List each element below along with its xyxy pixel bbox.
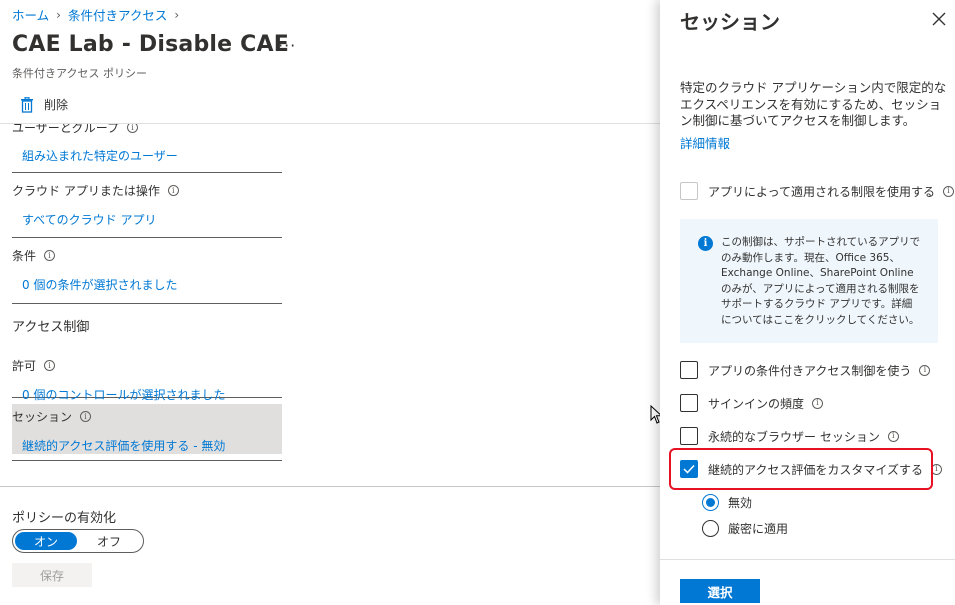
info-message: i この制御は、サポートされているアプリでのみ動作します。現在、Office 3… xyxy=(680,219,938,343)
info-message-text: この制御は、サポートされているアプリでのみ動作します。現在、Office 365… xyxy=(721,236,921,326)
radio-label: 無効 xyxy=(728,496,753,510)
page-title: CAE Lab - Disable CAE xyxy=(12,32,289,57)
info-circle-icon: i xyxy=(698,236,713,251)
panel-description: 特定のクラウド アプリケーション内で限定的なエクスペリエンスを有効にするため、セ… xyxy=(680,80,947,128)
info-icon[interactable]: i xyxy=(127,124,139,133)
app-conditional-access-checkbox[interactable] xyxy=(680,361,698,379)
chevron-right-icon: › xyxy=(56,7,61,22)
section-users-label: ユーザーとグループ xyxy=(12,124,120,135)
page-subtitle: 条件付きアクセス ポリシー xyxy=(12,67,147,80)
section-grant: 許可 i 0 個のコントロールが選択されました xyxy=(12,331,282,403)
toggle-off-option[interactable]: オフ xyxy=(77,533,141,550)
section-users: ユーザーとグループ i 組み込まれた特定のユーザー xyxy=(12,124,282,172)
info-icon[interactable]: i xyxy=(943,185,955,197)
section-apps-link[interactable]: すべてのクラウド アプリ xyxy=(22,211,282,228)
radio-disabled-option[interactable]: 無効 xyxy=(702,494,752,511)
radio-label: 厳密に適用 xyxy=(728,522,789,536)
delete-label: 削除 xyxy=(44,98,69,112)
session-panel: セッション 特定のクラウド アプリケーション内で限定的なエクスペリエンスを有効に… xyxy=(660,0,955,605)
section-session[interactable]: セッション i 継続的アクセス評価を使用する - 無効 xyxy=(12,404,282,454)
learn-more-link[interactable]: 詳細情報 xyxy=(680,133,730,152)
highlight-box xyxy=(669,448,933,490)
save-button[interactable]: 保存 xyxy=(12,563,92,587)
radio-disabled[interactable] xyxy=(702,494,719,511)
breadcrumb-conditional-access[interactable]: 条件付きアクセス xyxy=(68,5,167,24)
section-divider xyxy=(12,460,282,461)
section-session-link[interactable]: 継続的アクセス評価を使用する - 無効 xyxy=(22,437,282,454)
footer-divider xyxy=(0,486,660,487)
info-icon[interactable]: i xyxy=(919,364,931,376)
option-label: 永続的なブラウザー セッション xyxy=(708,429,880,444)
info-icon[interactable]: i xyxy=(887,430,899,442)
app-enforced-label: アプリによって適用される制限を使用する xyxy=(708,184,936,199)
option-signin-frequency[interactable]: サインインの頻度 i xyxy=(680,394,824,412)
policy-editor: ホーム › 条件付きアクセス › CAE Lab - Disable CAE ·… xyxy=(0,0,660,605)
radio-strict-option[interactable]: 厳密に適用 xyxy=(702,520,788,537)
panel-footer-divider xyxy=(660,559,955,560)
policy-sections: ユーザーとグループ i 組み込まれた特定のユーザー クラウド アプリまたは操作 … xyxy=(12,124,282,461)
section-conditions-link[interactable]: 0 個の条件が選択されました xyxy=(22,276,282,293)
more-options-button[interactable]: ··· xyxy=(278,36,296,55)
persistent-browser-checkbox[interactable] xyxy=(680,427,698,445)
select-button[interactable]: 選択 xyxy=(680,579,760,603)
enable-policy-toggle[interactable]: オン オフ xyxy=(12,529,144,553)
breadcrumb: ホーム › 条件付きアクセス › xyxy=(12,5,186,24)
info-icon[interactable]: i xyxy=(167,185,179,196)
option-label: アプリの条件付きアクセス制御を使う xyxy=(708,363,912,378)
signin-frequency-checkbox[interactable] xyxy=(680,394,698,412)
app-enforced-restrictions-option[interactable]: アプリによって適用される制限を使用する i xyxy=(680,182,955,200)
info-icon[interactable]: i xyxy=(44,360,56,371)
option-persistent-browser[interactable]: 永続的なブラウザー セッション i xyxy=(680,427,899,445)
close-icon[interactable] xyxy=(932,12,946,26)
info-icon[interactable]: i xyxy=(80,411,92,422)
app-enforced-checkbox[interactable] xyxy=(680,182,698,200)
chevron-right-icon: › xyxy=(174,7,180,22)
section-apps: クラウド アプリまたは操作 i すべてのクラウド アプリ xyxy=(12,173,282,237)
section-apps-label: クラウド アプリまたは操作 xyxy=(12,184,160,198)
enable-policy-label: ポリシーの有効化 xyxy=(12,511,117,526)
info-icon[interactable]: i xyxy=(812,397,824,409)
section-grant-link[interactable]: 0 個のコントロールが選択されました xyxy=(22,386,282,403)
trash-icon xyxy=(21,96,33,113)
option-app-conditional-access[interactable]: アプリの条件付きアクセス制御を使う i xyxy=(680,361,931,379)
option-label: サインインの頻度 xyxy=(708,396,805,411)
info-icon[interactable]: i xyxy=(44,250,56,261)
panel-title: セッション xyxy=(680,10,780,34)
toggle-on-option[interactable]: オン xyxy=(15,532,77,550)
section-users-link[interactable]: 組み込まれた特定のユーザー xyxy=(22,147,282,164)
delete-button[interactable]: 削除 xyxy=(20,96,68,113)
section-conditions: 条件 i 0 個の条件が選択されました xyxy=(12,238,282,303)
radio-strict[interactable] xyxy=(702,520,719,537)
breadcrumb-home[interactable]: ホーム xyxy=(12,5,49,24)
section-conditions-label: 条件 xyxy=(12,249,37,263)
section-grant-label: 許可 xyxy=(12,359,37,373)
section-session-label: セッション xyxy=(12,410,73,424)
